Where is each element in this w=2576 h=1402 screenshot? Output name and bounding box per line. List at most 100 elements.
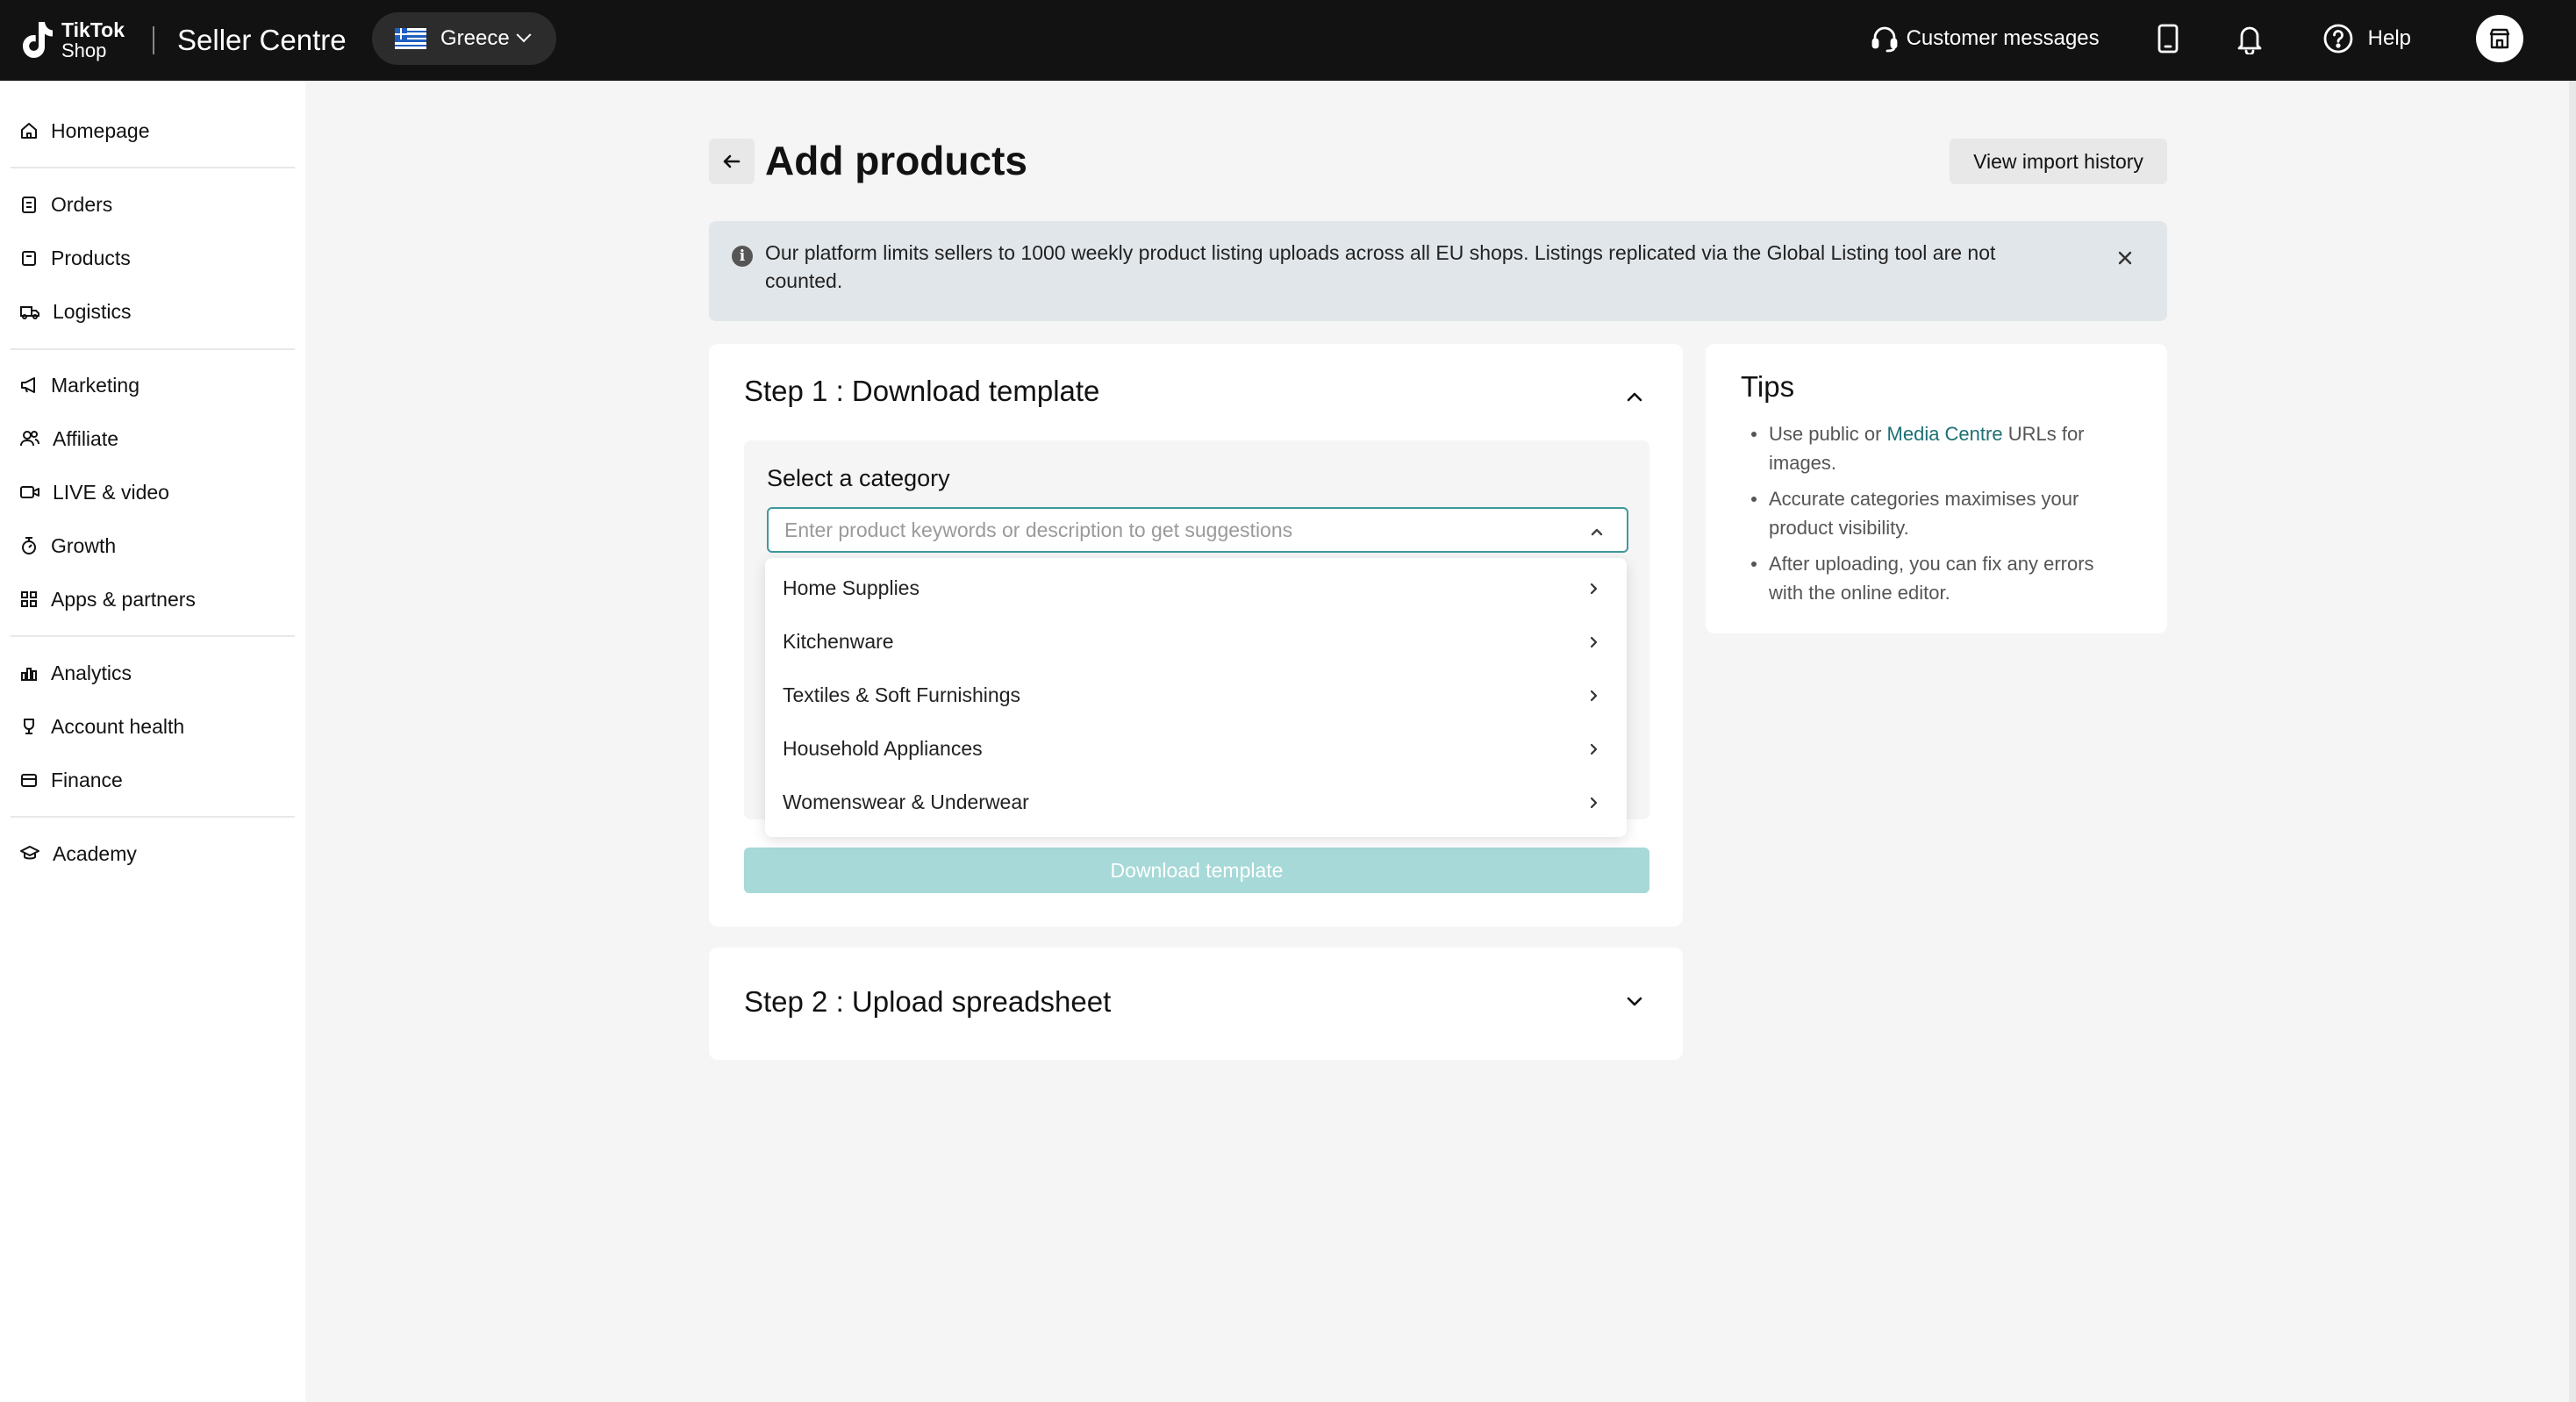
chevron-down-icon[interactable] bbox=[1621, 988, 1648, 1014]
step2-card[interactable]: Step 2 : Upload spreadsheet bbox=[709, 948, 1683, 1060]
category-search-input[interactable] bbox=[767, 507, 1628, 553]
help-circle-icon bbox=[2323, 24, 2353, 54]
sidebar-item-academy[interactable]: Academy bbox=[19, 836, 137, 871]
sidebar-divider bbox=[11, 635, 295, 637]
logo-tiktok: TikTok bbox=[61, 18, 125, 41]
chevron-right-icon bbox=[1590, 690, 1598, 701]
products-icon bbox=[22, 251, 36, 266]
sidebar: Homepage Orders Products Logistics Marke… bbox=[0, 81, 305, 1402]
sidebar-item-growth[interactable]: Growth bbox=[19, 528, 116, 563]
sidebar-item-products[interactable]: Products bbox=[19, 240, 131, 275]
sidebar-item-affiliate[interactable]: Affiliate bbox=[19, 421, 118, 456]
category-option[interactable]: Household Appliances bbox=[765, 722, 1627, 776]
megaphone-icon bbox=[21, 377, 35, 393]
home-icon bbox=[21, 123, 37, 139]
category-option-label: Home Supplies bbox=[783, 576, 919, 599]
apps-icon bbox=[21, 591, 37, 607]
customer-messages-label: Customer messages bbox=[1906, 26, 2100, 50]
region-selector[interactable]: Greece bbox=[372, 12, 556, 65]
download-template-button[interactable]: Download template bbox=[744, 848, 1649, 893]
mobile-phone-icon bbox=[2157, 24, 2179, 54]
media-centre-link[interactable]: Media Centre bbox=[1887, 423, 2003, 445]
step2-title: Step 2 : Upload spreadsheet bbox=[744, 985, 1112, 1018]
sidebar-item-homepage[interactable]: Homepage bbox=[19, 113, 150, 148]
shop-avatar[interactable] bbox=[2476, 15, 2523, 62]
category-option[interactable]: Womenswear & Underwear bbox=[765, 776, 1627, 829]
sidebar-item-live-video[interactable]: LIVE & video bbox=[19, 475, 169, 510]
chevron-right-icon bbox=[1590, 743, 1598, 755]
sidebar-item-orders[interactable]: Orders bbox=[19, 187, 112, 222]
graduation-cap-icon bbox=[20, 846, 39, 860]
sidebar-item-apps-partners[interactable]: Apps & partners bbox=[19, 582, 196, 617]
tip-item: Use public or Media Centre URLs for imag… bbox=[1741, 419, 2127, 477]
page-scrollbar[interactable] bbox=[2569, 81, 2576, 1402]
view-import-history-button[interactable]: View import history bbox=[1950, 139, 2167, 184]
step1-title: Step 1 : Download template bbox=[744, 375, 1100, 407]
sidebar-item-marketing[interactable]: Marketing bbox=[19, 368, 140, 403]
chevron-up-icon[interactable] bbox=[1621, 384, 1648, 411]
chevron-right-icon bbox=[1590, 636, 1598, 647]
chevron-down-icon bbox=[516, 27, 532, 43]
store-icon bbox=[2489, 28, 2510, 49]
sidebar-item-label: Analytics bbox=[51, 661, 132, 684]
page-title: Add products bbox=[765, 138, 1027, 183]
sidebar-item-label: Apps & partners bbox=[51, 587, 196, 611]
notifications-button[interactable] bbox=[2235, 23, 2265, 54]
category-option-label: Textiles & Soft Furnishings bbox=[783, 683, 1021, 706]
sidebar-item-label: Account health bbox=[51, 714, 185, 738]
category-option[interactable]: Textiles & Soft Furnishings bbox=[765, 669, 1627, 722]
help-button[interactable]: Help bbox=[2322, 23, 2411, 54]
tiktok-shop-logo[interactable]: TikTok Shop bbox=[18, 16, 125, 65]
tip-text: Use public or bbox=[1769, 423, 1887, 445]
sidebar-item-account-health[interactable]: Account health bbox=[19, 709, 184, 744]
sidebar-item-finance[interactable]: Finance bbox=[19, 762, 123, 798]
bell-icon bbox=[2237, 26, 2262, 54]
chevron-right-icon bbox=[1590, 583, 1598, 594]
chevron-right-icon bbox=[1590, 797, 1598, 808]
top-bar: TikTok Shop Seller Centre Greece Custome… bbox=[0, 0, 2576, 81]
sidebar-item-logistics[interactable]: Logistics bbox=[19, 294, 131, 329]
category-option-label: Kitchenware bbox=[783, 630, 894, 653]
sidebar-divider bbox=[11, 167, 295, 168]
sidebar-item-label: Products bbox=[51, 246, 131, 269]
category-option[interactable]: Home Supplies bbox=[765, 562, 1627, 615]
app-title: Seller Centre bbox=[177, 24, 347, 56]
category-option-label: Household Appliances bbox=[783, 737, 983, 760]
category-option-label: Womenswear & Underwear bbox=[783, 790, 1029, 813]
logo-shop: Shop bbox=[61, 39, 107, 61]
category-dropdown: Home Supplies Kitchenware Textiles & Sof… bbox=[765, 558, 1627, 837]
sidebar-item-analytics[interactable]: Analytics bbox=[19, 655, 132, 690]
sidebar-item-label: Finance bbox=[51, 768, 123, 791]
people-icon bbox=[20, 431, 39, 447]
tips-card: Tips Use public or Media Centre URLs for… bbox=[1706, 344, 2167, 633]
sidebar-divider bbox=[11, 816, 295, 818]
category-option[interactable]: Kitchenware bbox=[765, 615, 1627, 669]
back-button[interactable] bbox=[709, 139, 755, 184]
tip-item: After uploading, you can fix any errors … bbox=[1741, 549, 2127, 607]
headset-icon bbox=[1871, 26, 1897, 53]
close-icon[interactable] bbox=[2114, 247, 2136, 268]
sidebar-divider bbox=[11, 348, 295, 350]
banner-text: Our platform limits sellers to 1000 week… bbox=[765, 241, 1996, 292]
trophy-icon bbox=[24, 719, 34, 734]
wallet-icon bbox=[21, 774, 37, 787]
tiktok-logo-icon bbox=[18, 18, 56, 62]
video-icon bbox=[20, 486, 39, 498]
sidebar-item-label: Orders bbox=[51, 192, 113, 216]
logo-text: TikTok Shop bbox=[61, 20, 125, 61]
logo-divider bbox=[153, 26, 154, 54]
sidebar-item-label: Academy bbox=[53, 841, 137, 865]
sidebar-item-label: Homepage bbox=[51, 118, 150, 142]
region-label: Greece bbox=[440, 26, 510, 50]
sidebar-item-label: LIVE & video bbox=[53, 480, 169, 504]
customer-messages-button[interactable]: Customer messages bbox=[1870, 24, 2100, 54]
top-right-actions: Customer messages Help bbox=[1870, 12, 2523, 65]
sidebar-item-label: Growth bbox=[51, 533, 117, 557]
truck-icon bbox=[20, 306, 39, 319]
sidebar-item-label: Marketing bbox=[51, 373, 140, 397]
growth-icon bbox=[22, 537, 36, 554]
info-banner: i Our platform limits sellers to 1000 we… bbox=[709, 221, 2167, 321]
arrow-left-icon bbox=[723, 154, 741, 168]
chevron-up-icon[interactable] bbox=[1586, 522, 1607, 543]
mobile-app-button[interactable] bbox=[2156, 23, 2180, 54]
